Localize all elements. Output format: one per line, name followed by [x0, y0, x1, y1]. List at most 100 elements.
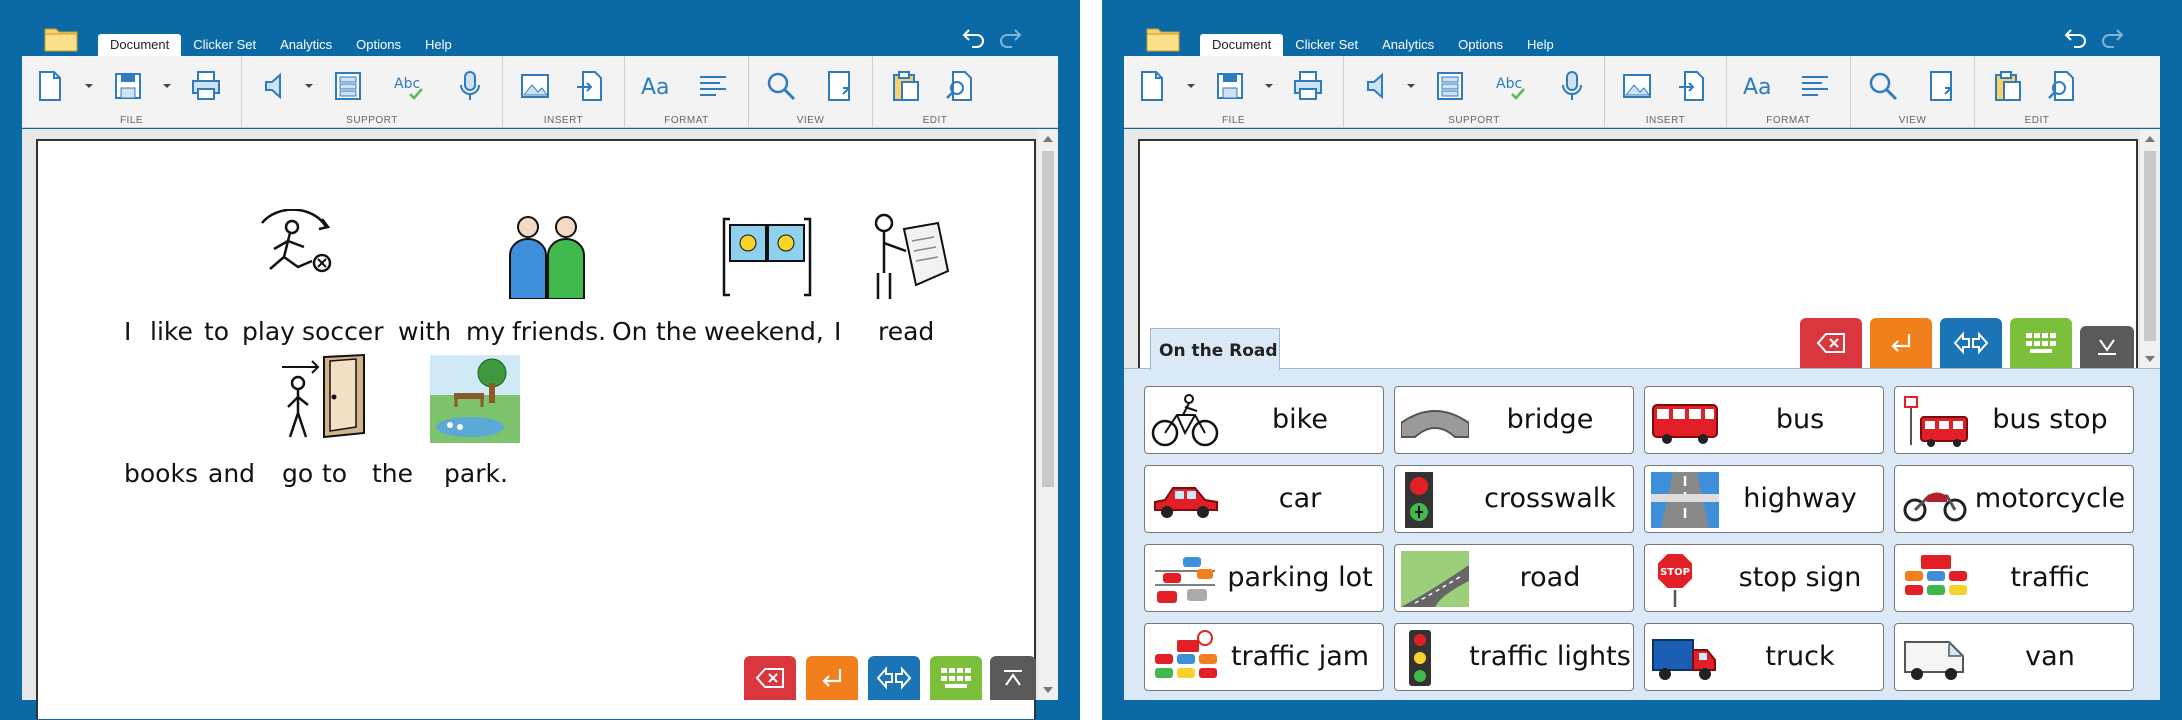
set-cell-traffic-jam[interactable]: traffic jam: [1144, 623, 1384, 691]
save-icon[interactable]: [1212, 68, 1248, 104]
doc-word[interactable]: I: [834, 317, 841, 346]
chevron-down-icon[interactable]: [1264, 82, 1274, 90]
enter-button[interactable]: [806, 656, 858, 700]
new-document-icon[interactable]: [32, 68, 68, 104]
set-cell-crosswalk[interactable]: crosswalk: [1394, 465, 1634, 533]
insert-picture-icon[interactable]: [1619, 68, 1655, 104]
set-cell-traffic[interactable]: traffic: [1894, 544, 2134, 612]
keyboard-button[interactable]: [930, 656, 982, 700]
set-cell-bike[interactable]: bike: [1144, 386, 1384, 454]
speaker-icon[interactable]: [1360, 68, 1396, 104]
tab-options[interactable]: Options: [344, 34, 413, 56]
expand-set-button[interactable]: [990, 656, 1036, 700]
doc-word[interactable]: the: [656, 317, 697, 346]
enter-button[interactable]: [1870, 318, 1932, 368]
undo-icon[interactable]: [2062, 22, 2090, 50]
doc-word[interactable]: read: [878, 317, 934, 346]
tab-document[interactable]: Document: [1200, 34, 1284, 56]
set-cell-bus-stop[interactable]: bus stop: [1894, 386, 2134, 454]
backspace-button[interactable]: [1800, 318, 1862, 368]
scroll-up-icon[interactable]: [1042, 133, 1054, 145]
set-cell-highway[interactable]: highway: [1644, 465, 1884, 533]
folder-icon[interactable]: [1146, 24, 1180, 52]
insert-file-icon[interactable]: [573, 68, 609, 104]
chevron-down-icon[interactable]: [1186, 82, 1196, 90]
find-replace-icon[interactable]: [943, 68, 979, 104]
scroll-thumb[interactable]: [2144, 151, 2156, 341]
folder-icon[interactable]: [44, 24, 78, 52]
doc-word[interactable]: soccer: [302, 317, 383, 346]
keyboard-button[interactable]: [2010, 318, 2072, 368]
doc-word[interactable]: On: [612, 317, 648, 346]
speak-button[interactable]: [868, 656, 920, 700]
scroll-up-icon[interactable]: [2144, 133, 2156, 145]
set-cell-road[interactable]: road: [1394, 544, 1634, 612]
insert-file-icon[interactable]: [1675, 68, 1711, 104]
save-icon[interactable]: [110, 68, 146, 104]
search-icon[interactable]: [763, 68, 799, 104]
insert-picture-icon[interactable]: [517, 68, 553, 104]
tab-analytics[interactable]: Analytics: [1370, 34, 1446, 56]
align-icon[interactable]: [1797, 68, 1833, 104]
doc-word[interactable]: weekend,: [704, 317, 824, 346]
scroll-down-icon[interactable]: [2144, 353, 2156, 365]
undo-icon[interactable]: [960, 22, 988, 50]
set-cell-bridge[interactable]: bridge: [1394, 386, 1634, 454]
doc-word[interactable]: and: [208, 459, 255, 488]
doc-word[interactable]: the: [372, 459, 413, 488]
microphone-icon[interactable]: [452, 68, 488, 104]
font-icon[interactable]: Aa: [639, 68, 675, 104]
set-cell-truck[interactable]: truck: [1644, 623, 1884, 691]
speak-button[interactable]: [1940, 318, 2002, 368]
chevron-down-icon[interactable]: [162, 82, 172, 90]
doc-word[interactable]: friends.: [512, 317, 606, 346]
word-list-icon[interactable]: [1432, 68, 1468, 104]
print-icon[interactable]: [188, 68, 224, 104]
set-cell-traffic-lights[interactable]: traffic lights: [1394, 623, 1634, 691]
print-icon[interactable]: [1290, 68, 1326, 104]
document-scrollbar[interactable]: [2140, 129, 2160, 369]
tab-help[interactable]: Help: [1515, 34, 1566, 56]
doc-word[interactable]: to: [204, 317, 229, 346]
word-list-icon[interactable]: [330, 68, 366, 104]
set-cell-van[interactable]: van: [1894, 623, 2134, 691]
set-cell-bus[interactable]: bus: [1644, 386, 1884, 454]
new-document-icon[interactable]: [1134, 68, 1170, 104]
set-title-tab[interactable]: On the Road: [1150, 328, 1280, 370]
microphone-icon[interactable]: [1554, 68, 1590, 104]
scroll-thumb[interactable]: [1042, 151, 1054, 487]
paste-icon[interactable]: [887, 68, 923, 104]
search-icon[interactable]: [1865, 68, 1901, 104]
chevron-down-icon[interactable]: [84, 82, 94, 90]
set-cell-car[interactable]: car: [1144, 465, 1384, 533]
doc-word[interactable]: park.: [444, 459, 508, 488]
doc-word[interactable]: to: [322, 459, 347, 488]
font-icon[interactable]: Aa: [1741, 68, 1777, 104]
align-icon[interactable]: [695, 68, 731, 104]
set-cell-motorcycle[interactable]: motorcycle: [1894, 465, 2134, 533]
doc-word[interactable]: books: [124, 459, 198, 488]
spellcheck-icon[interactable]: Abc: [392, 68, 428, 104]
tab-clicker-set[interactable]: Clicker Set: [1283, 34, 1370, 56]
tab-help[interactable]: Help: [413, 34, 464, 56]
redo-icon[interactable]: [996, 22, 1024, 50]
redo-icon[interactable]: [2098, 22, 2126, 50]
doc-word[interactable]: my: [466, 317, 505, 346]
set-cell-stop-sign[interactable]: STOP stop sign: [1644, 544, 1884, 612]
document-page[interactable]: I like to play soccer with my friends. O…: [36, 139, 1036, 719]
collapse-set-button[interactable]: [2080, 326, 2134, 368]
chevron-down-icon[interactable]: [304, 82, 314, 90]
page-view-icon[interactable]: [1923, 68, 1959, 104]
tab-clicker-set[interactable]: Clicker Set: [181, 34, 268, 56]
scroll-down-icon[interactable]: [1042, 684, 1054, 696]
doc-word[interactable]: I: [124, 317, 131, 346]
tab-options[interactable]: Options: [1446, 34, 1515, 56]
speaker-icon[interactable]: [258, 68, 294, 104]
doc-word[interactable]: play: [242, 317, 295, 346]
find-replace-icon[interactable]: [2045, 68, 2081, 104]
spellcheck-icon[interactable]: Abc: [1494, 68, 1530, 104]
paste-icon[interactable]: [1989, 68, 2025, 104]
tab-document[interactable]: Document: [98, 34, 182, 56]
tab-analytics[interactable]: Analytics: [268, 34, 344, 56]
chevron-down-icon[interactable]: [1406, 82, 1416, 90]
